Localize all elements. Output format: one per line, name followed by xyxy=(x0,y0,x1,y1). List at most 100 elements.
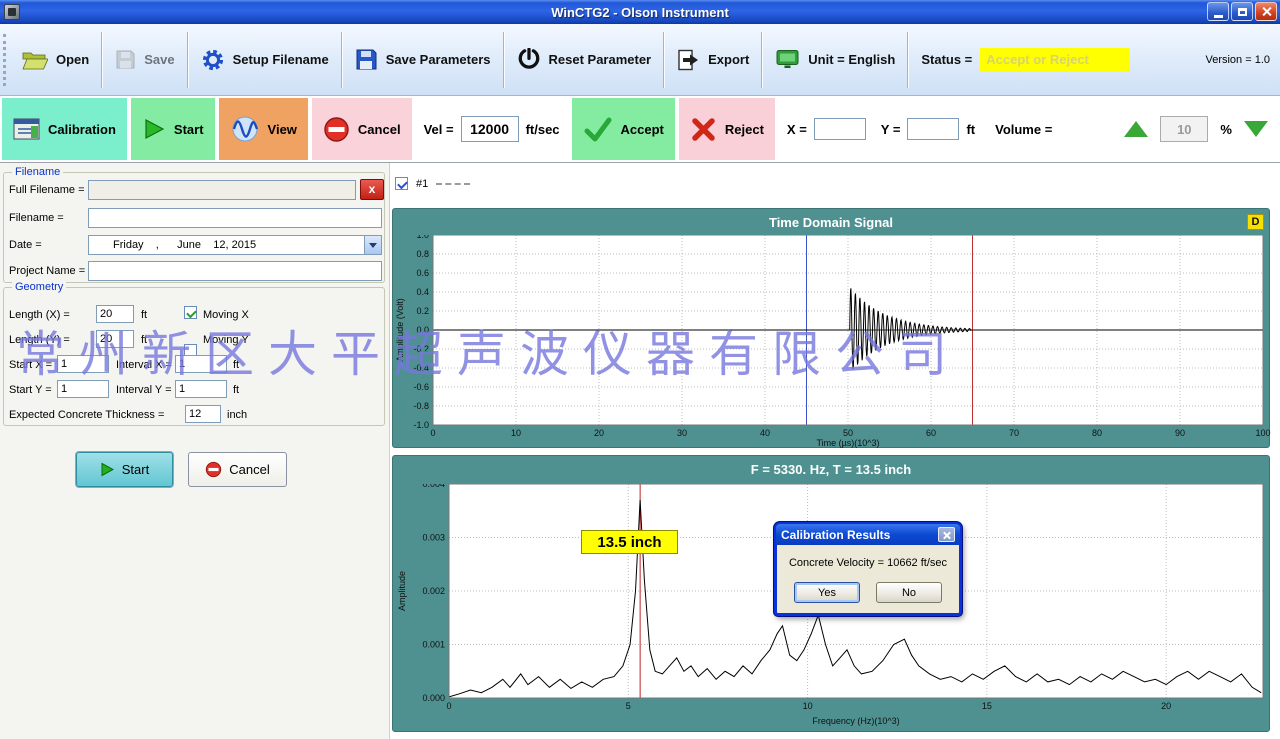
svg-text:30: 30 xyxy=(677,428,687,438)
charts-panel: #1 Time Domain Signal D 0102030405060708… xyxy=(390,163,1280,739)
maximize-button[interactable] xyxy=(1231,2,1253,21)
interval-x-unit: ft xyxy=(233,359,239,371)
cancel-label: Cancel xyxy=(358,122,401,137)
svg-text:-0.4: -0.4 xyxy=(413,363,429,373)
reject-x-icon xyxy=(690,116,717,143)
export-button[interactable]: Export xyxy=(665,24,761,95)
dialog-message: Concrete Velocity = 10662 ft/sec xyxy=(777,557,959,569)
reject-button[interactable]: Reject xyxy=(679,98,775,160)
velocity-group: Vel = ft/sec xyxy=(414,116,570,142)
moving-x-checkbox[interactable] xyxy=(184,306,197,319)
thickness-input[interactable] xyxy=(185,405,221,423)
interval-y-unit: ft xyxy=(233,384,239,396)
minimize-button[interactable] xyxy=(1207,2,1229,21)
trace-1-label: #1 xyxy=(416,178,428,190)
clear-filename-button[interactable]: x xyxy=(360,179,384,200)
setup-filename-label: Setup Filename xyxy=(233,52,329,67)
time-domain-chart: Time Domain Signal D 0102030405060708090… xyxy=(392,208,1270,448)
toolbar-grip[interactable] xyxy=(3,34,8,86)
export-icon xyxy=(677,49,700,71)
dialog-no-button[interactable]: No xyxy=(876,582,942,603)
open-button[interactable]: Open xyxy=(10,24,101,95)
close-icon xyxy=(1261,6,1272,17)
start-play-icon xyxy=(100,462,115,477)
start-x-input[interactable] xyxy=(57,355,109,373)
volume-group: Volume = % xyxy=(985,116,1278,142)
length-y-input[interactable] xyxy=(96,330,134,348)
accept-check-icon xyxy=(583,116,613,143)
reset-parameter-button[interactable]: Reset Parameter xyxy=(505,24,664,95)
calibration-button[interactable]: Calibration xyxy=(2,98,127,160)
dialog-yes-button[interactable]: Yes xyxy=(794,582,860,603)
calibration-label: Calibration xyxy=(48,122,116,137)
dialog-title: Calibration Results xyxy=(781,528,890,542)
thickness-label: Expected Concrete Thickness = xyxy=(9,409,164,421)
close-button[interactable] xyxy=(1255,2,1277,21)
time-domain-plot[interactable]: 0102030405060708090100-1.0-0.8-0.6-0.4-0… xyxy=(393,235,1271,449)
date-dropdown[interactable]: Friday , June 12, 2015 xyxy=(88,235,382,255)
svg-text:Frequency (Hz)(10^3): Frequency (Hz)(10^3) xyxy=(812,716,899,726)
svg-text:-1.0: -1.0 xyxy=(413,420,429,430)
panel-start-button[interactable]: Start xyxy=(76,452,173,487)
d-button[interactable]: D xyxy=(1247,214,1264,230)
volume-input[interactable] xyxy=(1160,116,1208,142)
view-button[interactable]: View xyxy=(219,98,308,160)
length-x-input[interactable] xyxy=(96,305,134,323)
geometry-group-title: Geometry xyxy=(12,281,66,293)
accept-button[interactable]: Accept xyxy=(572,98,675,160)
svg-text:0.004: 0.004 xyxy=(422,484,445,489)
filename-input[interactable] xyxy=(88,208,382,228)
length-x-unit: ft xyxy=(141,309,147,321)
svg-text:0.003: 0.003 xyxy=(422,533,445,543)
date-dropdown-button[interactable] xyxy=(364,236,381,254)
svg-text:20: 20 xyxy=(594,428,604,438)
svg-text:0.6: 0.6 xyxy=(416,268,429,278)
frequency-chart: F = 5330. Hz, T = 13.5 inch 051015200.00… xyxy=(392,455,1270,732)
coordinates-group: X = Y = ft xyxy=(777,118,985,140)
version-label: Version = 1.0 xyxy=(1195,54,1280,66)
svg-text:Amplitude: Amplitude xyxy=(397,571,407,611)
export-label: Export xyxy=(708,52,749,67)
volume-label: Volume = xyxy=(995,122,1052,137)
trace-1-checkbox[interactable] xyxy=(395,177,408,190)
velocity-input[interactable] xyxy=(461,116,519,142)
svg-text:40: 40 xyxy=(760,428,770,438)
cancel-button[interactable]: Cancel xyxy=(312,98,412,160)
dialog-title-bar[interactable]: Calibration Results xyxy=(776,524,960,545)
volume-down-icon[interactable] xyxy=(1244,121,1268,137)
svg-text:0.2: 0.2 xyxy=(416,306,429,316)
start-button[interactable]: Start xyxy=(131,98,215,160)
x-input[interactable] xyxy=(814,118,866,140)
setup-gear-icon xyxy=(201,48,225,72)
svg-text:60: 60 xyxy=(926,428,936,438)
svg-text:10: 10 xyxy=(803,701,813,711)
volume-unit-label: % xyxy=(1220,122,1232,137)
svg-text:80: 80 xyxy=(1092,428,1102,438)
save-parameters-button[interactable]: Save Parameters xyxy=(343,24,503,95)
y-input[interactable] xyxy=(907,118,959,140)
maximize-icon xyxy=(1238,8,1247,16)
dialog-close-button[interactable] xyxy=(938,527,955,542)
start-y-input[interactable] xyxy=(57,380,109,398)
status-group: Status = Accept or Reject xyxy=(909,24,1142,95)
full-filename-input[interactable] xyxy=(88,180,356,200)
interval-y-label: Interval Y = xyxy=(116,384,172,396)
velocity-unit: ft/sec xyxy=(526,122,560,137)
reject-label: Reject xyxy=(725,122,764,137)
x-label: X = xyxy=(787,122,807,137)
title-bar: WinCTG2 - Olson Instrument xyxy=(0,0,1280,24)
thickness-unit: inch xyxy=(227,409,247,421)
action-toolbar: Calibration Start View Cancel Vel = ft/s… xyxy=(0,96,1280,163)
setup-filename-button[interactable]: Setup Filename xyxy=(189,24,341,95)
interval-y-input[interactable] xyxy=(175,380,227,398)
settings-panel: Filename Full Filename = x Filename = Da… xyxy=(0,163,390,739)
project-name-input[interactable] xyxy=(88,261,382,281)
svg-text:100: 100 xyxy=(1255,428,1270,438)
view-wave-icon xyxy=(230,116,260,142)
panel-cancel-button[interactable]: Cancel xyxy=(188,452,287,487)
interval-x-input[interactable] xyxy=(175,355,227,373)
save-button[interactable]: Save xyxy=(103,24,186,95)
volume-up-icon[interactable] xyxy=(1124,121,1148,137)
view-label: View xyxy=(268,122,297,137)
unit-button[interactable]: Unit = English xyxy=(763,24,907,95)
